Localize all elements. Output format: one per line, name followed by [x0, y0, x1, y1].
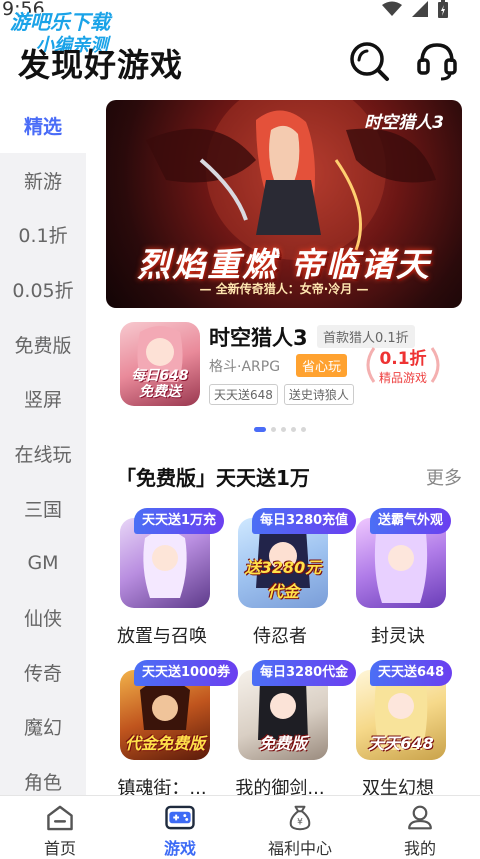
- carousel-dot[interactable]: [301, 427, 306, 432]
- page-title: 发现好游戏: [18, 46, 184, 84]
- featured-genre: 格斗·ARPG: [209, 359, 281, 375]
- game-card[interactable]: 天天648 天天送648 双生幻想: [342, 660, 454, 795]
- sidebar-item[interactable]: GM: [0, 536, 86, 591]
- promo-banner[interactable]: 时空猎人3 烈焰重燃 帝临诸天 — 全新传奇猎人：女帝·冷月 —: [106, 100, 462, 308]
- section-more-link[interactable]: 更多: [426, 464, 462, 490]
- header-actions: [348, 40, 458, 82]
- signal-icon: [412, 1, 428, 17]
- nav-profile[interactable]: 我的: [360, 796, 480, 859]
- sidebar-item[interactable]: 新游: [0, 153, 86, 208]
- user-icon: [408, 805, 432, 830]
- sidebar-item[interactable]: 0.1折: [0, 207, 86, 262]
- status-icons: [382, 0, 448, 18]
- stamp-sub: 精品游戏: [378, 371, 427, 385]
- featured-tags: 天天送648 送史诗狼人: [209, 384, 354, 405]
- search-button[interactable]: [348, 40, 390, 82]
- sidebar-item[interactable]: 角色: [0, 754, 86, 795]
- money-bag-icon: ¥: [289, 805, 311, 831]
- sidebar-item[interactable]: 仙侠: [0, 590, 86, 645]
- banner-subtitle: — 全新传奇猎人：女帝·冷月 —: [199, 282, 369, 296]
- game-card[interactable]: 送3280元代金 每日3280充值 侍忍者: [224, 508, 357, 658]
- sidebar-item[interactable]: 0.05折: [0, 262, 86, 317]
- featured-icon-text: 每日648 免费送: [131, 368, 189, 400]
- game-icon-text: 送3280元代金: [244, 558, 322, 601]
- stamp-main: 0.1折: [379, 349, 427, 369]
- quality-stamp: 0.1折 精品游戏: [360, 340, 446, 390]
- game-card[interactable]: 送霸气外观 封灵诀: [342, 508, 454, 658]
- sidebar-item[interactable]: 传奇: [0, 645, 86, 700]
- game-icon-text: 代金免费版: [124, 734, 205, 753]
- watermark-line1: 游吧乐下载: [10, 10, 110, 34]
- game-card[interactable]: 天天送1万充 放置与召唤: [106, 508, 225, 658]
- nav-label: 我的: [403, 839, 436, 858]
- game-badge: 送霸气外观: [370, 508, 452, 534]
- sidebar-item[interactable]: 精选: [0, 98, 86, 153]
- game-name: 双生幻想: [362, 778, 434, 795]
- game-name: 侍忍者: [253, 626, 307, 647]
- featured-tag: 送史诗狼人: [283, 384, 354, 405]
- customer-service-button[interactable]: [416, 40, 458, 82]
- banner-logo: 时空猎人3: [364, 113, 444, 133]
- game-name: 镇魂街：...: [117, 778, 207, 795]
- section-title: 「免费版」天天送1万: [116, 466, 310, 490]
- nav-label: 首页: [43, 839, 76, 858]
- game-name: 放置与召唤: [117, 626, 207, 647]
- nav-label: 福利中心: [267, 839, 332, 858]
- carousel-dot[interactable]: [254, 427, 266, 432]
- game-badge: 天天送648: [370, 660, 453, 686]
- game-badge: 天天送1万充: [134, 508, 225, 534]
- carousel-dot[interactable]: [271, 427, 276, 432]
- sidebar-item[interactable]: 三国: [0, 481, 86, 536]
- game-card[interactable]: 代金免费版 天天送1000券 镇魂街：...: [106, 660, 239, 795]
- search-icon: [350, 42, 389, 81]
- game-card[interactable]: 免费版 每日3280代金 我的御剑...: [224, 660, 357, 795]
- sidebar-item[interactable]: 魔幻: [0, 700, 86, 755]
- featured-game[interactable]: 每日648 免费送 时空猎人3 首款猎人0.1折 格斗·ARPG 省心玩 天天送…: [106, 322, 462, 410]
- bottom-nav: 首页 游戏 ¥ 福利中心 我的: [0, 795, 480, 859]
- home-icon: [47, 805, 73, 831]
- category-sidebar: 精选 新游 0.1折 0.05折 免费版 竖屏 在线玩 三国 GM 仙侠 传奇 魔幻 角色: [0, 98, 86, 795]
- featured-badge: 省心玩: [296, 354, 348, 377]
- sidebar-item[interactable]: 免费版: [0, 317, 86, 372]
- banner-slogan: 烈焰重燃 帝临诸天: [137, 245, 431, 284]
- wifi-icon: [382, 1, 402, 16]
- main-content: 时空猎人3 烈焰重燃 帝临诸天 — 全新传奇猎人：女帝·冷月 — 每日648 免…: [86, 98, 480, 795]
- game-name: 我的御剑...: [235, 778, 325, 795]
- carousel-dot[interactable]: [281, 427, 286, 432]
- nav-welfare[interactable]: ¥ 福利中心: [240, 796, 360, 859]
- featured-game-name: 时空猎人3: [209, 326, 308, 350]
- game-badge: 天天送1000券: [134, 660, 239, 686]
- nav-games[interactable]: 游戏: [120, 796, 240, 859]
- featured-tag: 天天送648: [209, 384, 278, 405]
- svg-text:¥: ¥: [297, 818, 303, 828]
- nav-label: 游戏: [163, 839, 196, 858]
- carousel-indicator: [254, 427, 306, 432]
- sidebar-item[interactable]: 在线玩: [0, 426, 86, 481]
- carousel-dot[interactable]: [291, 427, 296, 432]
- game-icon-text: 天天648: [368, 734, 434, 753]
- game-name: 封灵诀: [371, 626, 425, 647]
- sidebar-item[interactable]: 竖屏: [0, 371, 86, 426]
- nav-home[interactable]: 首页: [0, 796, 120, 859]
- battery-icon: [438, 0, 448, 18]
- featured-game-icon: 每日648 免费送: [120, 322, 200, 406]
- game-badge: 每日3280代金: [252, 660, 357, 686]
- game-badge: 每日3280充值: [252, 508, 357, 534]
- game-icon-text: 免费版: [258, 734, 307, 753]
- gamepad-icon: [165, 805, 195, 830]
- headset-icon: [417, 43, 457, 81]
